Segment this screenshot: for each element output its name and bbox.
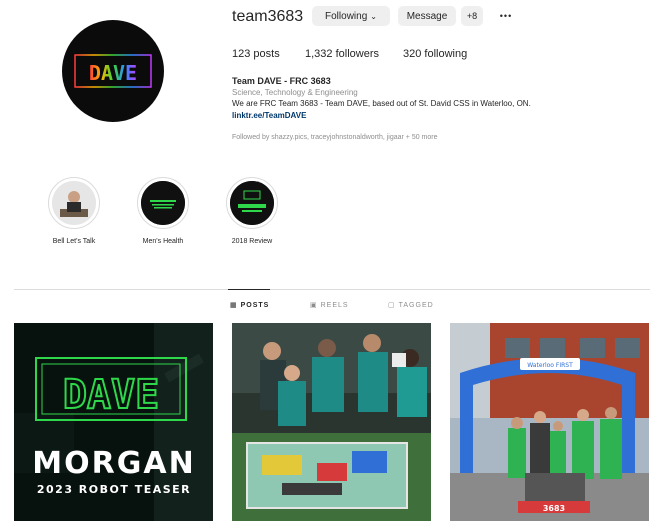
tab-label: TAGGED (398, 301, 434, 309)
post-image: Waterloo FIRST 3683 (450, 323, 649, 521)
tab-label: REELS (320, 301, 349, 309)
highlight-cover-image (52, 181, 96, 225)
tab-posts[interactable]: ▦ POSTS (230, 301, 270, 310)
highlight-label: Bell Let's Talk (52, 238, 96, 245)
highlight-ring (48, 177, 100, 229)
highlight-label: Men's Health (142, 238, 184, 245)
highlight-cover-image (230, 181, 274, 225)
profile-link[interactable]: linktr.ee/TeamDAVE (232, 111, 306, 120)
profile-category: Science, Technology & Engineering (232, 88, 358, 97)
message-button[interactable]: Message (398, 6, 456, 26)
tab-active-indicator (228, 289, 270, 290)
following-button[interactable]: Following ⌄ (312, 6, 390, 26)
following-count[interactable]: 320 following (403, 48, 467, 60)
highlight-label: 2018 Review (231, 238, 273, 245)
post-tile-competition[interactable] (232, 323, 431, 521)
post-image: DAVE MORGAN 2023 ROBOT TEASER (14, 323, 213, 521)
highlight-cover-image (141, 181, 185, 225)
svg-text:DAVE: DAVE (89, 61, 137, 85)
post-title: MORGAN (32, 446, 195, 481)
post-logo-text: DAVE (63, 372, 159, 418)
followed-by-text[interactable]: Followed by shazzy.pics, traceyjohnstona… (232, 134, 438, 141)
add-user-button[interactable]: +8 (461, 6, 483, 26)
dave-logo-icon: DAVE (74, 54, 152, 88)
more-options-button[interactable]: ••• (494, 6, 518, 26)
more-icon: ••• (499, 11, 513, 21)
post-tile-morgan-teaser[interactable]: DAVE MORGAN 2023 ROBOT TEASER (14, 323, 213, 521)
profile-avatar[interactable]: DAVE (62, 20, 164, 122)
tagged-icon: ▢ (388, 302, 396, 309)
profile-full-name: Team DAVE - FRC 3683 (232, 76, 331, 86)
reels-icon: ▣ (310, 302, 318, 309)
post-robot-number: 3683 (543, 504, 565, 513)
following-label: Following (325, 10, 368, 22)
highlight-mens-health[interactable]: Men's Health (128, 177, 198, 245)
profile-username: team3683 (232, 8, 304, 25)
profile-bio: We are FRC Team 3683 - Team DAVE, based … (232, 99, 531, 108)
tab-tagged[interactable]: ▢ TAGGED (388, 301, 434, 310)
post-image (232, 323, 431, 521)
followers-count[interactable]: 1,332 followers (305, 48, 379, 60)
grid-icon: ▦ (230, 302, 238, 309)
chevron-down-icon: ⌄ (370, 11, 377, 21)
highlight-bell-lets-talk[interactable]: Bell Let's Talk (39, 177, 109, 245)
post-subtitle: 2023 ROBOT TEASER (37, 483, 191, 496)
post-banner-text: Waterloo FIRST (527, 362, 573, 369)
posts-count: 123 posts (232, 48, 280, 60)
post-tile-team-photo[interactable]: Waterloo FIRST 3683 (450, 323, 649, 521)
highlight-2018-review[interactable]: 2018 Review (217, 177, 287, 245)
highlight-ring (137, 177, 189, 229)
tab-label: POSTS (240, 301, 270, 309)
add-user-icon: +8 (466, 11, 478, 21)
highlight-ring (226, 177, 278, 229)
tabs-divider (14, 289, 650, 290)
tab-reels[interactable]: ▣ REELS (310, 301, 349, 310)
